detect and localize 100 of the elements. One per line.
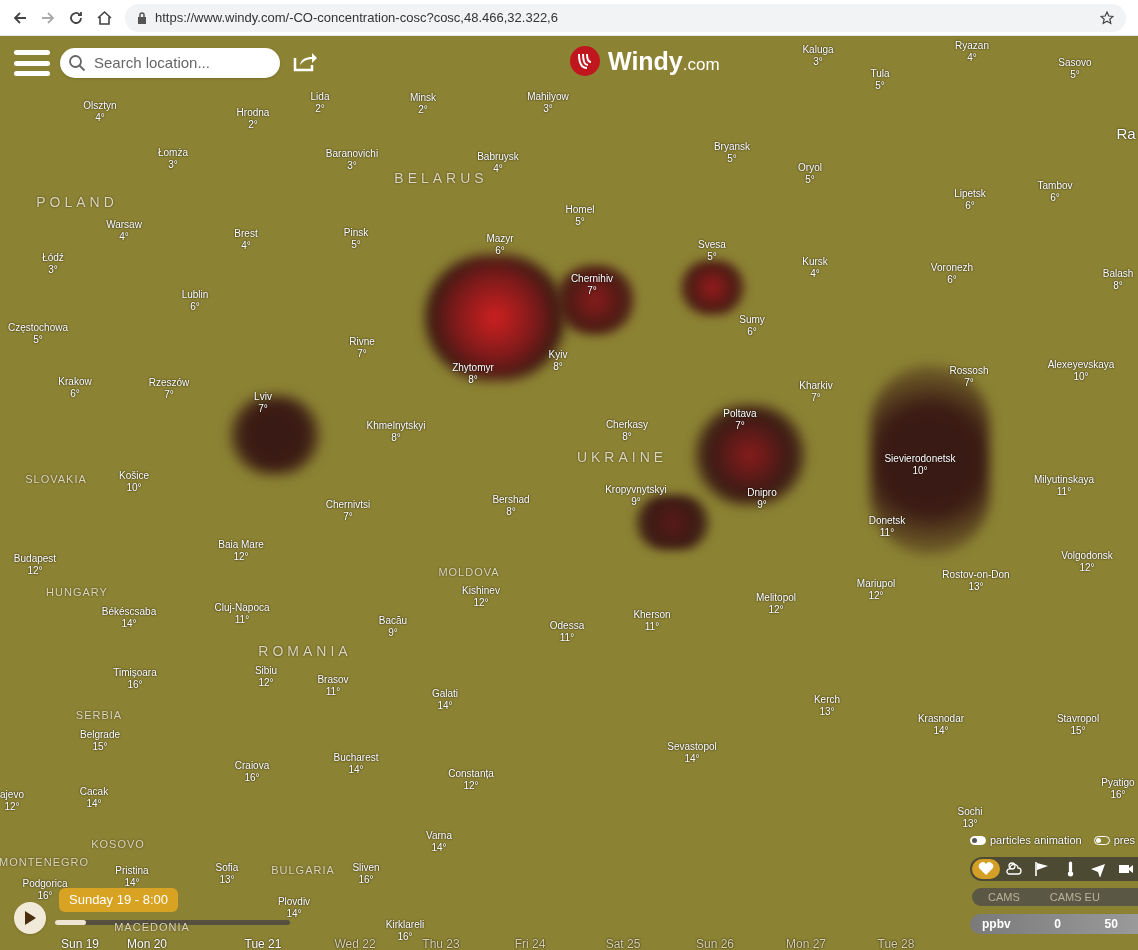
city-name[interactable]: Milyutinskaya: [1034, 474, 1094, 486]
city-name[interactable]: Sofia: [215, 862, 239, 874]
day-label[interactable]: Mon 20: [127, 935, 167, 950]
city-name[interactable]: Homel: [565, 204, 595, 216]
home-icon[interactable]: [96, 9, 113, 26]
city-name[interactable]: Sevastopol: [667, 741, 717, 753]
city-name[interactable]: Lublin: [181, 289, 209, 301]
city-name[interactable]: Kharkiv: [799, 380, 833, 392]
city-name[interactable]: Craiova: [234, 760, 270, 772]
city-name[interactable]: Balash: [1102, 268, 1134, 280]
city-name[interactable]: Cacak: [79, 786, 109, 798]
toggle-switch[interactable]: pres: [1093, 832, 1136, 849]
menu-button[interactable]: [14, 48, 50, 78]
city-name[interactable]: Kirklareli: [385, 919, 425, 931]
bookmark-star-icon[interactable]: [1100, 10, 1114, 25]
city-name[interactable]: Oryol: [798, 162, 822, 174]
city-name[interactable]: Warsaw: [106, 219, 142, 231]
city-name[interactable]: Volgodonsk: [1061, 550, 1113, 562]
city-name[interactable]: Podgorica: [22, 878, 68, 890]
city-name[interactable]: Khmelnytskyi: [366, 420, 426, 432]
city-name[interactable]: Częstochowa: [8, 322, 68, 334]
city-name[interactable]: Kishinev: [462, 585, 500, 597]
city-name[interactable]: Belgrade: [80, 729, 120, 741]
city-name[interactable]: Łomża: [158, 147, 188, 159]
city-name[interactable]: Ryazan: [955, 40, 989, 52]
city-name[interactable]: Varna: [426, 830, 452, 842]
play-button[interactable]: [14, 902, 46, 934]
city-name[interactable]: Sibiu: [254, 665, 278, 677]
city-name[interactable]: Odessa: [549, 620, 585, 632]
city-name[interactable]: Kursk: [802, 256, 828, 268]
city-name[interactable]: Ra: [1116, 128, 1136, 140]
city-name[interactable]: Kerch: [813, 694, 841, 706]
city-name[interactable]: Rzeszów: [148, 377, 190, 389]
address-bar[interactable]: https://www.windy.com/-CO-concentration-cosc?cosc,48.466,32.322,6: [125, 3, 1126, 32]
city-name[interactable]: Kyiv: [548, 349, 568, 361]
city-name[interactable]: Sumy: [739, 314, 765, 326]
city-name[interactable]: Baia Mare: [218, 539, 264, 551]
city-name[interactable]: Zhytomyr: [452, 362, 494, 374]
city-name[interactable]: Chernihiv: [570, 273, 614, 285]
city-name[interactable]: Kherson: [633, 609, 671, 621]
layer-button[interactable]: [972, 859, 1000, 879]
source-selector[interactable]: CAMS CAMS EU: [972, 888, 1138, 906]
city-name[interactable]: Krakow: [58, 376, 92, 388]
day-label[interactable]: Sun 19: [61, 935, 99, 950]
city-name[interactable]: Tambov: [1037, 180, 1073, 192]
city-name[interactable]: Constanța: [448, 768, 494, 780]
city-name[interactable]: Pristina: [115, 865, 149, 877]
city-name[interactable]: Minsk: [409, 92, 437, 104]
city-name[interactable]: Donetsk: [868, 515, 906, 527]
city-name[interactable]: Mariupol: [856, 578, 896, 590]
city-name[interactable]: Lipetsk: [954, 188, 986, 200]
city-name[interactable]: Galati: [431, 688, 459, 700]
city-name[interactable]: Košice: [119, 470, 149, 482]
city-name[interactable]: Lviv: [254, 391, 272, 403]
day-label[interactable]: Fri 24: [514, 935, 546, 950]
city-name[interactable]: Sievierodonetsk: [884, 453, 956, 465]
city-name[interactable]: Voronezh: [930, 262, 974, 274]
city-name[interactable]: Pinsk: [343, 227, 369, 239]
toggle-switch[interactable]: particles animation: [970, 832, 1082, 849]
city-name[interactable]: Melitopol: [756, 592, 796, 604]
city-name[interactable]: Stavropol: [1056, 713, 1100, 725]
day-label[interactable]: Tue 28: [877, 935, 915, 950]
share-icon[interactable]: [292, 50, 318, 72]
city-name[interactable]: Bucharest: [333, 752, 379, 764]
city-name[interactable]: Rossosh: [949, 365, 989, 377]
day-label[interactable]: Tue 21: [244, 935, 282, 950]
city-name[interactable]: Łódź: [42, 252, 64, 264]
back-icon[interactable]: [12, 9, 28, 26]
search-field[interactable]: Search location...: [60, 48, 280, 78]
city-name[interactable]: Békéscsaba: [101, 606, 157, 618]
city-name[interactable]: Dnipro: [747, 487, 777, 499]
city-name[interactable]: Sasovo: [1058, 57, 1092, 69]
day-label[interactable]: Wed 22: [334, 935, 376, 950]
city-name[interactable]: Plovdiv: [277, 896, 311, 908]
source-option[interactable]: CAMS EU: [1049, 888, 1100, 906]
city-name[interactable]: Sliven: [352, 862, 380, 874]
day-label[interactable]: Mon 27: [786, 935, 826, 950]
city-name[interactable]: Sochi: [957, 806, 983, 818]
day-label[interactable]: Sun 26: [696, 935, 734, 950]
city-name[interactable]: Bershad: [492, 494, 530, 506]
city-name[interactable]: Bryansk: [713, 141, 751, 153]
city-name[interactable]: Lida: [310, 91, 330, 103]
day-label[interactable]: Thu 23: [422, 935, 460, 950]
city-name[interactable]: Kaluga: [802, 44, 834, 56]
city-name[interactable]: Brasov: [317, 674, 349, 686]
city-name[interactable]: Cluj-Napoca: [214, 602, 270, 614]
timeline-track[interactable]: [55, 920, 290, 925]
city-name[interactable]: Brest: [234, 228, 258, 240]
city-name[interactable]: Cherkasy: [605, 419, 649, 431]
city-name[interactable]: Tula: [870, 68, 890, 80]
day-label[interactable]: Sat 25: [605, 935, 641, 950]
city-name[interactable]: Rostov-on-Don: [942, 569, 1010, 581]
city-name[interactable]: Rivne: [349, 336, 375, 348]
map-background[interactable]: [0, 36, 1138, 950]
city-name[interactable]: Bacău: [378, 615, 408, 627]
city-name[interactable]: Poltava: [723, 408, 757, 420]
source-option[interactable]: CAMS: [988, 888, 1020, 906]
city-name[interactable]: Svesa: [698, 239, 726, 251]
city-name[interactable]: Chernivtsi: [325, 499, 371, 511]
city-name[interactable]: Pyatigo: [1101, 777, 1135, 789]
